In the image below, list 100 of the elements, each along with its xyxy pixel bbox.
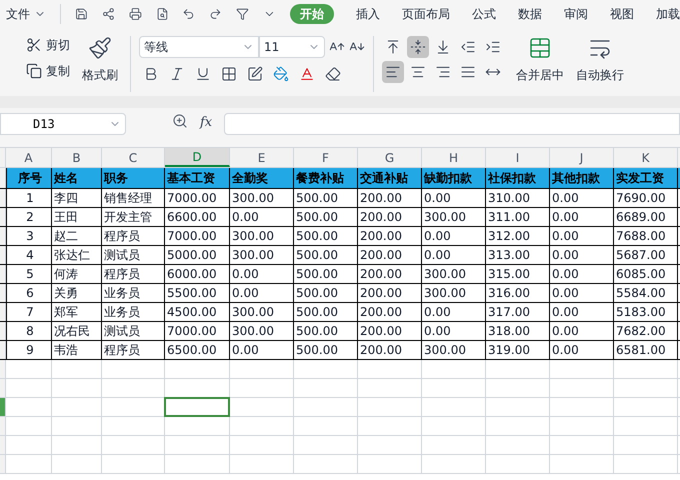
share-icon[interactable] xyxy=(102,6,115,22)
selected-cell[interactable] xyxy=(164,397,230,417)
column-header[interactable]: I xyxy=(486,148,550,167)
table-cell: 200.00 xyxy=(358,227,422,245)
table-cell: 7 xyxy=(6,303,52,321)
name-box[interactable]: D13 xyxy=(0,113,126,135)
cut-button[interactable]: 剪切 xyxy=(26,36,70,54)
outdent-align-icon xyxy=(460,39,476,55)
table-cell: 测试员 xyxy=(102,322,165,340)
copy-icon xyxy=(26,63,42,79)
font-name-field[interactable]: 等线 xyxy=(139,36,259,58)
table-cell: 200.00 xyxy=(358,265,422,283)
borders-icon[interactable] xyxy=(221,66,237,82)
italic-icon[interactable] xyxy=(169,66,185,82)
indent-align-icon xyxy=(485,39,501,55)
table-cell: 300.00 xyxy=(230,227,294,245)
font-color-icon[interactable] xyxy=(299,66,315,82)
menu-tab[interactable]: 加载 xyxy=(656,5,680,23)
table-cell: 0.00 xyxy=(550,341,614,359)
table-cell: 1 xyxy=(6,189,52,207)
table-cell: 200.00 xyxy=(358,303,422,321)
menu-tab[interactable]: 视图 xyxy=(610,5,634,23)
table-cell: 0.00 xyxy=(230,284,294,302)
table-cell: 200.00 xyxy=(358,322,422,340)
underline-icon[interactable] xyxy=(195,66,211,82)
menu-tab[interactable]: 数据 xyxy=(518,5,542,23)
column-header[interactable]: G xyxy=(358,148,422,167)
table-cell: 0.00 xyxy=(550,227,614,245)
table-cell: 4500.00 xyxy=(165,303,230,321)
column-header[interactable]: J xyxy=(550,148,614,167)
table-cell: 程序员 xyxy=(102,265,165,283)
eraser-icon[interactable] xyxy=(325,66,341,82)
table-cell: 200.00 xyxy=(358,189,422,207)
table-cell: 程序员 xyxy=(102,341,165,359)
column-header[interactable]: D xyxy=(165,148,230,167)
menu-tab[interactable]: 页面布局 xyxy=(402,5,450,23)
save-icon[interactable] xyxy=(74,6,88,22)
header-cell: 全勤奖 xyxy=(230,168,294,188)
menu-tab[interactable]: 审阅 xyxy=(564,5,588,23)
print-preview-icon[interactable] xyxy=(156,6,168,22)
table-cell: 316.00 xyxy=(486,284,550,302)
table-cell: 319.00 xyxy=(486,341,550,359)
center-align-icon xyxy=(410,64,426,80)
table-cell: 500.00 xyxy=(294,246,358,264)
table-cell: 313.00 xyxy=(486,246,550,264)
table-cell: 7000.00 xyxy=(165,189,230,207)
table-cell: 6 xyxy=(6,284,52,302)
table-cell: 200.00 xyxy=(358,208,422,226)
table-cell: 5183.00 xyxy=(614,303,678,321)
table-cell: 韦浩 xyxy=(52,341,102,359)
table-cell: 销售经理 xyxy=(102,189,165,207)
merge-center-button[interactable]: 合并居中 xyxy=(516,36,564,84)
column-header[interactable]: H xyxy=(422,148,486,167)
column-header[interactable]: B xyxy=(52,148,102,167)
header-cell: 实发工资 xyxy=(614,168,678,188)
table-cell: 500.00 xyxy=(294,284,358,302)
table-cell: 310.00 xyxy=(486,189,550,207)
table-cell: 300.00 xyxy=(422,341,486,359)
table-cell: 300.00 xyxy=(230,189,294,207)
zoom-icon[interactable] xyxy=(172,113,188,129)
table-cell: 500.00 xyxy=(294,189,358,207)
table-cell: 赵二 xyxy=(52,227,102,245)
font-size-field[interactable]: 11 xyxy=(259,36,325,58)
fill-color-icon[interactable] xyxy=(273,66,289,82)
table-cell: 300.00 xyxy=(422,284,486,302)
left-align-icon xyxy=(385,64,401,80)
filter-icon[interactable] xyxy=(236,6,250,22)
table-cell: 7682.00 xyxy=(614,322,678,340)
table-cell: 0.00 xyxy=(550,246,614,264)
table-cell: 200.00 xyxy=(358,246,422,264)
table-cell: 500.00 xyxy=(294,265,358,283)
table-cell: 0.00 xyxy=(550,284,614,302)
format-painter-button[interactable]: 格式刷 xyxy=(78,36,122,84)
table-cell: 300.00 xyxy=(230,322,294,340)
table-cell: 300.00 xyxy=(422,208,486,226)
copy-button[interactable]: 复制 xyxy=(26,62,70,80)
formula-input-field[interactable] xyxy=(224,113,680,135)
table-cell: 7690.00 xyxy=(614,189,678,207)
table-cell: 3 xyxy=(6,227,52,245)
file-menu[interactable]: 文件 xyxy=(6,5,46,23)
column-header[interactable]: K xyxy=(614,148,678,167)
table-cell: 6000.00 xyxy=(165,265,230,283)
table-cell: 0.00 xyxy=(550,322,614,340)
menu-tab[interactable]: 插入 xyxy=(356,5,380,23)
column-header[interactable]: A xyxy=(6,148,52,167)
column-header[interactable]: E xyxy=(230,148,294,167)
table-cell: 郑军 xyxy=(52,303,102,321)
print-icon[interactable] xyxy=(128,6,142,22)
table-cell: 0.00 xyxy=(230,208,294,226)
table-cell: 6581.00 xyxy=(614,341,678,359)
column-header[interactable]: F xyxy=(294,148,358,167)
wrap-text-button[interactable]: 自动换行 xyxy=(576,36,624,84)
top-align-icon xyxy=(385,39,401,55)
left-align-button[interactable] xyxy=(382,61,404,83)
table-cell: 300.00 xyxy=(230,246,294,264)
menu-tab[interactable]: 公式 xyxy=(472,5,496,23)
paintbrush-icon xyxy=(88,36,112,60)
fx-label: fx xyxy=(200,114,212,132)
header-cell: 基本工资 xyxy=(165,168,230,188)
middle-align-button[interactable] xyxy=(407,36,429,58)
